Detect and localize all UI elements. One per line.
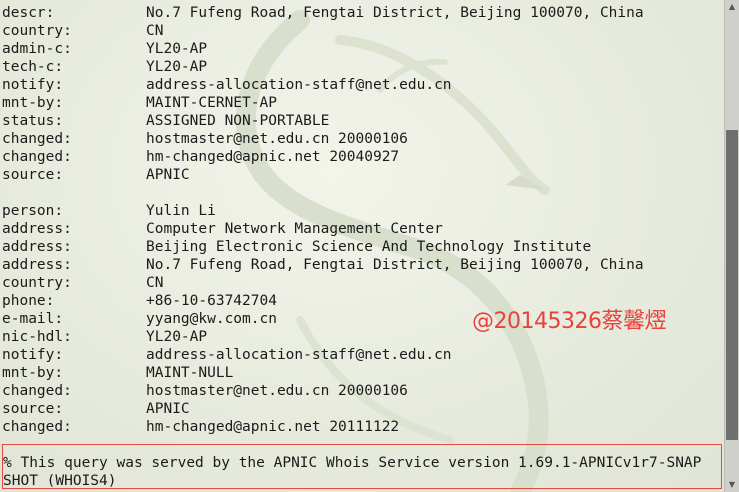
whois-line: changed: hm-changed@apnic.net 20040927 — [2, 149, 400, 165]
whois-line: address: No.7 Fufeng Road, Fengtai Distri… — [2, 257, 644, 273]
whois-line: changed: hm-changed@apnic.net 20111122 — [2, 419, 400, 435]
terminal-window[interactable]: descr: No.7 Fufeng Road, Fengtai District… — [0, 0, 739, 492]
whois-line: mnt-by: MAINT-NULL — [2, 365, 234, 381]
whois-line: changed: hostmaster@net.edu.cn 20000106 — [2, 383, 408, 399]
whois-line — [2, 184, 719, 202]
watermark-text: @20145326蔡馨熤 — [472, 309, 666, 334]
whois-line: changed: hostmaster@net.edu.cn 20000106 — [2, 131, 408, 147]
whois-line: person: Yulin Li — [2, 203, 216, 219]
scroll-down-icon[interactable]: ▼ — [725, 478, 739, 492]
footer-line-2: SHOT (WHOIS4) — [3, 473, 117, 489]
whois-line: source: APNIC — [2, 401, 190, 417]
whois-line: notify: address-allocation-staff@net.edu.… — [2, 347, 452, 363]
scroll-up-icon[interactable]: ▲ — [725, 0, 739, 14]
whois-line: tech-c: YL20-AP — [2, 59, 208, 75]
whois-line: country: CN — [2, 23, 164, 39]
whois-line: source: APNIC — [2, 167, 190, 183]
whois-line: address: Beijing Electronic Science And T… — [2, 239, 592, 255]
whois-line: admin-c: YL20-AP — [2, 41, 208, 57]
highlighted-query-notice: % This query was served by the APNIC Who… — [2, 444, 722, 489]
vertical-scrollbar[interactable]: ▲ ▼ — [724, 0, 739, 492]
whois-line: address: Computer Network Management Cent… — [2, 221, 443, 237]
scrollbar-thumb[interactable] — [726, 130, 738, 440]
whois-line: status: ASSIGNED NON-PORTABLE — [2, 113, 330, 129]
whois-line: notify: address-allocation-staff@net.edu.… — [2, 77, 452, 93]
whois-line: mnt-by: MAINT-CERNET-AP — [2, 95, 277, 111]
whois-output: descr: No.7 Fufeng Road, Fengtai District… — [2, 4, 719, 436]
footer-line-1: % This query was served by the APNIC Who… — [3, 455, 702, 471]
whois-line: country: CN — [2, 275, 164, 291]
whois-line: descr: No.7 Fufeng Road, Fengtai District… — [2, 5, 644, 21]
